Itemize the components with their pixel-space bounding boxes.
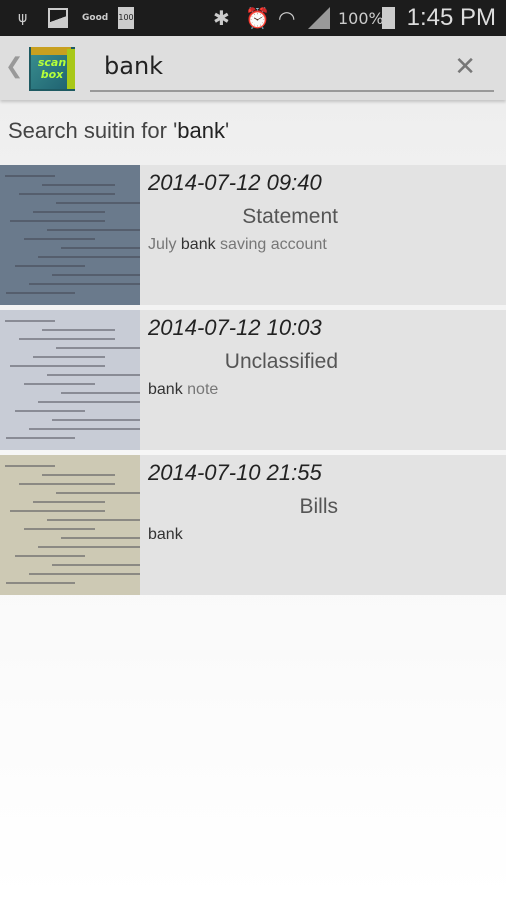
result-row[interactable]: 2014-07-10 21:55 Bills bank [0,455,506,595]
bluetooth-icon: ✱ [213,6,230,30]
clock: 1:45 PM [406,4,496,31]
note-text: July [148,236,181,253]
result-row[interactable]: 2014-07-12 09:40 Statement July bank sav… [0,165,506,305]
result-category: Unclassified [224,350,338,373]
result-note: bank [148,526,183,544]
heading-prefix: Search suitin for ' [8,118,178,143]
signal-icon [308,0,330,36]
note-match: bank [180,236,216,253]
note-match: bank [148,526,183,543]
result-date: 2014-07-10 21:55 [148,460,322,485]
note-text: note [182,381,219,398]
search-heading: Search suitin for 'bank' [8,118,229,144]
battery-100-icon: 100 [118,0,134,36]
usb-icon: ψ [18,10,28,26]
note-text: saving account [215,236,327,253]
document-thumbnail[interactable] [0,165,140,305]
document-thumbnail[interactable] [0,310,140,450]
alarm-icon: ⏰ [245,6,270,30]
heading-term: bank [177,118,225,143]
logo-text: box [40,68,64,81]
battery-small-label: 100 [118,7,134,29]
close-icon[interactable]: ✕ [454,52,476,82]
battery-icon [382,0,395,36]
result-row[interactable]: 2014-07-12 10:03 Unclassified bank note [0,310,506,450]
result-date: 2014-07-12 10:03 [148,315,322,340]
result-category: Statement [242,205,338,228]
back-chevron-icon[interactable]: ❮ [5,54,23,79]
result-note: bank note [148,381,218,399]
good-badge-icon: Good [82,13,109,23]
image-icon [48,0,68,36]
search-input[interactable] [104,52,444,80]
document-thumbnail[interactable] [0,455,140,595]
status-bar: ψ Good 100 ✱ ⏰ ◠ 100% 1:45 PM [0,0,506,36]
search-field[interactable]: ✕ [90,42,494,92]
result-category: Bills [299,495,338,518]
action-bar: ❮ scanbox ✕ [0,36,506,100]
battery-percent: 100% [338,8,384,28]
result-date: 2014-07-12 09:40 [148,170,322,195]
result-note: July bank saving account [148,236,327,254]
wifi-icon: ◠ [278,6,296,30]
note-match: bank [148,381,183,398]
heading-suffix: ' [225,118,230,143]
app-logo[interactable]: scan box [29,47,75,91]
